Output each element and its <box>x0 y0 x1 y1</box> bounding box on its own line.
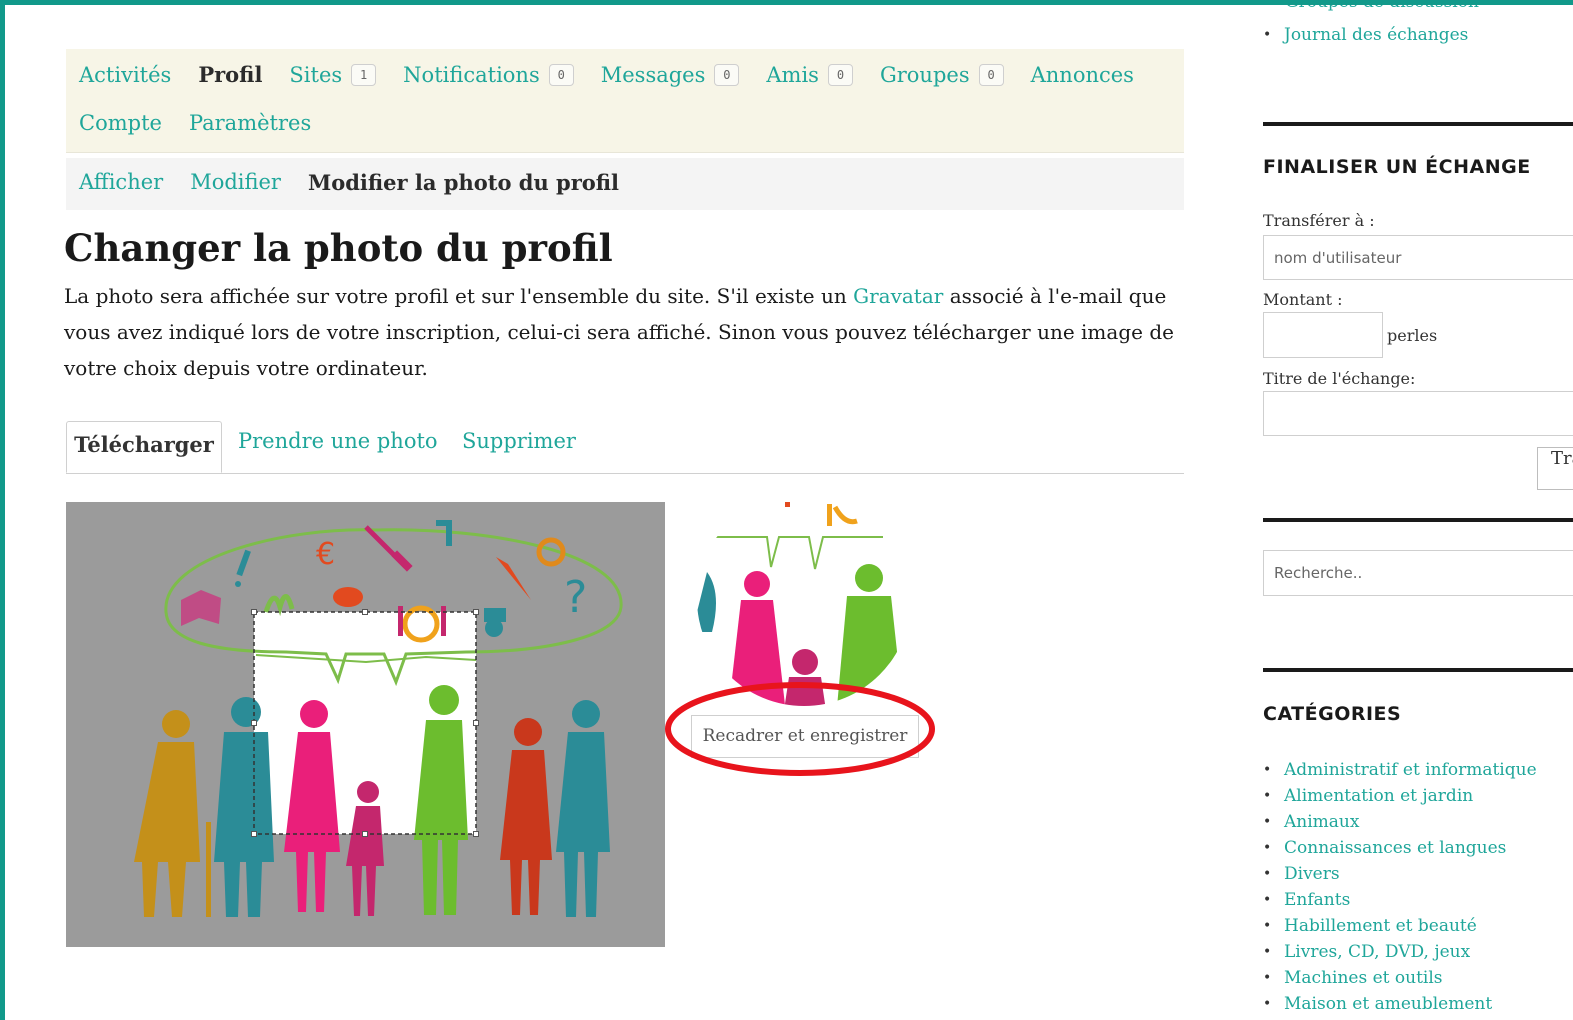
crop-handle[interactable] <box>473 609 479 615</box>
category-link[interactable]: Divers <box>1284 864 1340 884</box>
exchange-title-input[interactable] <box>1263 391 1573 436</box>
crop-area[interactable]: € ? <box>66 502 665 947</box>
chicken-icon <box>333 587 363 607</box>
search-input[interactable] <box>1263 550 1573 596</box>
list-item: Divers <box>1263 861 1537 887</box>
profile-secondary-nav: Afficher Modifier Modifier la photo du p… <box>66 158 1184 210</box>
profile-primary-nav: Activités Profil Sites 1 Notifications 0 M… <box>66 49 1184 153</box>
list-item: Animaux <box>1263 809 1537 835</box>
crop-handle[interactable] <box>251 831 257 837</box>
crop-handle[interactable] <box>473 831 479 837</box>
subnav-item-modifier-photo[interactable]: Modifier la photo du profil <box>308 170 619 195</box>
amount-input[interactable] <box>1263 312 1383 358</box>
secondary-nav-row: Afficher Modifier Modifier la photo du p… <box>79 170 646 195</box>
gravatar-link[interactable]: Gravatar <box>853 284 943 308</box>
count-badge: 1 <box>351 63 377 86</box>
category-link[interactable]: Enfants <box>1284 890 1350 910</box>
transfer-submit-button[interactable]: Transférer <box>1537 447 1573 490</box>
list-item: Administratif et informatique <box>1263 757 1537 783</box>
uploaded-image: € ? <box>66 502 665 947</box>
category-link[interactable]: Connaissances et langues <box>1284 838 1506 858</box>
category-link[interactable]: Livres, CD, DVD, jeux <box>1284 942 1470 962</box>
nav-item-label: Notifications <box>403 62 540 87</box>
crop-handle[interactable] <box>473 720 479 726</box>
nav-item-label: Sites <box>289 62 343 87</box>
category-link[interactable]: Machines et outils <box>1284 968 1443 988</box>
nav-item-label: Profil <box>198 62 263 87</box>
amount-unit: perles <box>1387 326 1438 345</box>
category-link[interactable]: Alimentation et jardin <box>1284 786 1473 806</box>
nav-item-label: Activités <box>79 62 172 87</box>
question-icon: ? <box>564 572 587 623</box>
list-item: Machines et outils <box>1263 965 1537 991</box>
list-item: Connaissances et langues <box>1263 835 1537 861</box>
crop-handle[interactable] <box>362 831 368 837</box>
sidebar-link-list: Journal des échanges <box>1263 22 1468 48</box>
count-badge: 0 <box>714 63 740 86</box>
page-description: La photo sera affichée sur votre profil … <box>64 278 1194 386</box>
amount-label: Montant : <box>1263 290 1343 309</box>
categories-list: Administratif et informatique Alimentati… <box>1263 757 1537 1017</box>
count-badge: 0 <box>827 63 853 86</box>
category-link[interactable]: Animaux <box>1284 812 1359 832</box>
transfer-username-input[interactable] <box>1263 235 1573 280</box>
nav-item-parametres[interactable]: Paramètres <box>189 111 311 135</box>
tab-telecharger[interactable]: Télécharger <box>66 421 222 473</box>
nav-item-sites[interactable]: Sites 1 <box>289 62 377 87</box>
list-item: Maison et ameublement <box>1263 991 1537 1017</box>
subnav-item-afficher[interactable]: Afficher <box>79 170 163 195</box>
subnav-item-modifier[interactable]: Modifier <box>190 170 281 195</box>
page-title: Changer la photo du profil <box>64 226 613 270</box>
sidebar: Groupes de discussion Journal des échang… <box>1263 0 1573 1020</box>
widget-divider <box>1263 518 1573 522</box>
nav-item-profil[interactable]: Profil <box>198 62 262 87</box>
nav-item-annonces[interactable]: Annonces <box>1031 63 1134 87</box>
crop-handle[interactable] <box>362 609 368 615</box>
nav-item-label: Messages <box>600 62 706 87</box>
list-item: Alimentation et jardin <box>1263 783 1537 809</box>
widget-divider <box>1263 122 1573 126</box>
count-badge: 0 <box>548 63 574 86</box>
description-text: La photo sera affichée sur votre profil … <box>64 284 854 308</box>
list-item: Livres, CD, DVD, jeux <box>1263 939 1537 965</box>
list-item: Enfants <box>1263 887 1537 913</box>
crop-handle[interactable] <box>251 720 257 726</box>
category-link[interactable]: Maison et ameublement <box>1284 994 1492 1014</box>
nav-item-label: Annonces <box>1030 62 1134 87</box>
nav-item-compte[interactable]: Compte <box>79 111 162 135</box>
nav-item-activites[interactable]: Activités <box>79 63 171 87</box>
nav-item-label: Groupes <box>879 62 970 87</box>
crop-handle[interactable] <box>251 609 257 615</box>
list-item: Habillement et beauté <box>1263 913 1537 939</box>
exchange-title-label: Titre de l'échange: <box>1263 369 1416 388</box>
nav-item-amis[interactable]: Amis 0 <box>766 63 853 87</box>
exchange-widget-title: FINALISER UN ÉCHANGE <box>1263 156 1531 178</box>
widget-divider <box>1263 668 1573 672</box>
tab-prendre-photo[interactable]: Prendre une photo <box>238 429 438 453</box>
primary-nav-row-1: Activités Profil Sites 1 Notifications 0 M… <box>79 62 1161 87</box>
count-badge: 0 <box>978 63 1004 86</box>
sidebar-link-journal[interactable]: Journal des échanges <box>1284 25 1468 45</box>
transfer-label: Transférer à : <box>1263 211 1375 230</box>
nav-item-messages[interactable]: Messages 0 <box>601 63 740 87</box>
crop-and-save-button[interactable]: Recadrer et enregistrer <box>691 715 919 758</box>
nav-item-notifications[interactable]: Notifications 0 <box>403 63 574 87</box>
euro-icon: € <box>316 537 335 572</box>
nav-item-groupes[interactable]: Groupes 0 <box>880 63 1004 87</box>
list-item: Journal des échanges <box>1263 22 1468 48</box>
avatar-tabs: Télécharger Prendre une photo Supprimer <box>66 421 1184 474</box>
primary-nav-row-2: Compte Paramètres <box>79 111 338 135</box>
category-link[interactable]: Administratif et informatique <box>1284 760 1537 780</box>
tab-supprimer[interactable]: Supprimer <box>462 429 576 453</box>
category-link[interactable]: Habillement et beauté <box>1284 916 1477 936</box>
sidebar-link-groupes-discussion[interactable]: Groupes de discussion <box>1285 0 1479 12</box>
avatar-preview <box>697 492 911 706</box>
nav-item-label: Amis <box>766 62 819 87</box>
categories-widget-title: CATÉGORIES <box>1263 703 1402 725</box>
